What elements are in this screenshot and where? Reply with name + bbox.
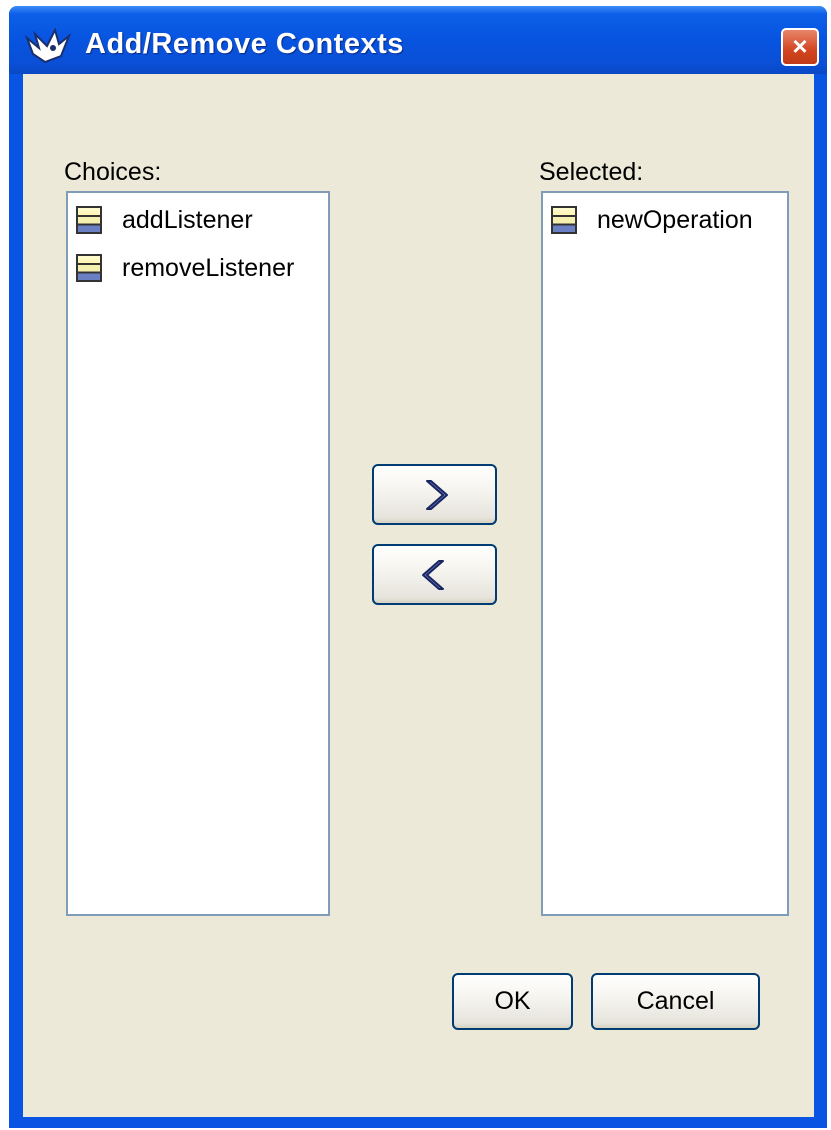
app-logo-icon — [25, 27, 71, 64]
list-item-label: addListener — [122, 205, 253, 234]
ok-button[interactable]: OK — [452, 973, 573, 1030]
add-to-selected-button[interactable] — [372, 464, 497, 525]
choices-label: Choices: — [64, 158, 162, 186]
list-item[interactable]: newOperation — [551, 200, 753, 240]
list-item[interactable]: addListener — [76, 200, 253, 240]
window-title: Add/Remove Contexts — [85, 28, 404, 60]
list-item[interactable]: removeListener — [76, 248, 294, 288]
chevron-left-icon — [421, 559, 444, 590]
list-item-label: removeListener — [122, 253, 295, 282]
operation-icon — [76, 206, 102, 234]
close-button[interactable]: × — [781, 28, 819, 66]
selected-list[interactable]: newOperation — [541, 191, 789, 916]
operation-icon — [76, 254, 102, 282]
dialog-window: Add/Remove Contexts × Choices: addListen… — [9, 6, 827, 1128]
operation-icon — [551, 206, 577, 234]
dialog-body: Choices: addListener removeListener Sele… — [23, 74, 814, 1117]
ok-button-label: OK — [494, 987, 531, 1015]
cancel-button-label: Cancel — [636, 987, 715, 1015]
title-bar[interactable]: Add/Remove Contexts × — [9, 6, 827, 74]
close-icon: × — [792, 31, 808, 61]
list-item-label: newOperation — [597, 205, 753, 234]
remove-from-selected-button[interactable] — [372, 544, 497, 605]
cancel-button[interactable]: Cancel — [591, 973, 760, 1030]
choices-list[interactable]: addListener removeListener — [66, 191, 330, 916]
selected-label: Selected: — [539, 158, 644, 186]
chevron-right-icon — [425, 479, 448, 510]
